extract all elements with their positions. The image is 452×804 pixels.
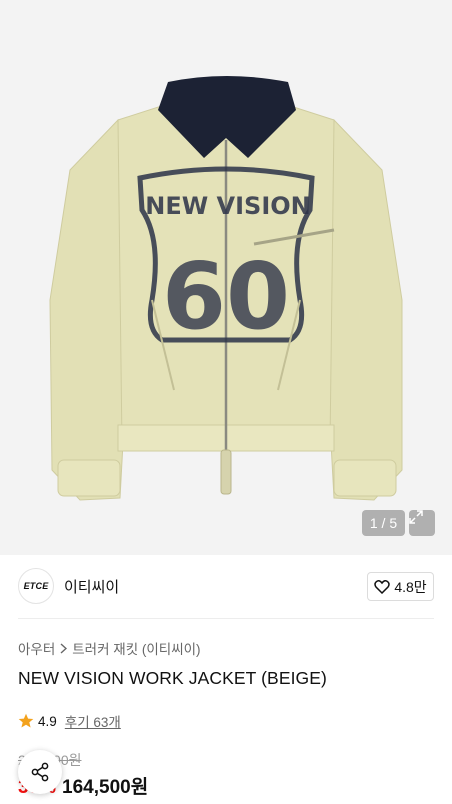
sale-price: 164,500원 [62,777,149,798]
like-button[interactable]: 4.8만 [367,572,434,601]
heart-icon [374,579,391,594]
divider [18,618,434,619]
share-button[interactable] [18,750,62,794]
product-title: NEW VISION WORK JACKET (BEIGE) [18,668,327,688]
breadcrumb: 아우터 트러커 재킷 (이티씨이) [18,638,201,658]
rating-score: 4.9 [38,713,57,729]
review-count-link[interactable]: 후기 63개 [65,711,121,731]
svg-text:NEW VISION: NEW VISION [145,192,311,220]
jacket-image: NEW VISION 60 [49,76,403,501]
star-icon [18,713,34,728]
product-image-gallery[interactable]: NEW VISION 60 1 / 5 [0,0,452,555]
svg-text:60: 60 [162,243,290,350]
expand-button[interactable] [409,510,435,536]
brand-row: ETCE 이티씨이 4.8만 [0,564,452,608]
chevron-right-icon [60,642,68,654]
brand-logo[interactable]: ETCE [18,568,54,604]
breadcrumb-category[interactable]: 아우터 [18,638,55,658]
like-count: 4.8만 [394,578,427,595]
brand-name[interactable]: 이티씨이 [64,576,119,597]
image-counter: 1 / 5 [362,510,405,536]
rating: 4.9 후기 63개 [18,711,121,731]
expand-icon [409,510,423,524]
share-icon [31,762,49,782]
breadcrumb-subcategory[interactable]: 트러커 재킷 (이티씨이) [72,638,200,658]
